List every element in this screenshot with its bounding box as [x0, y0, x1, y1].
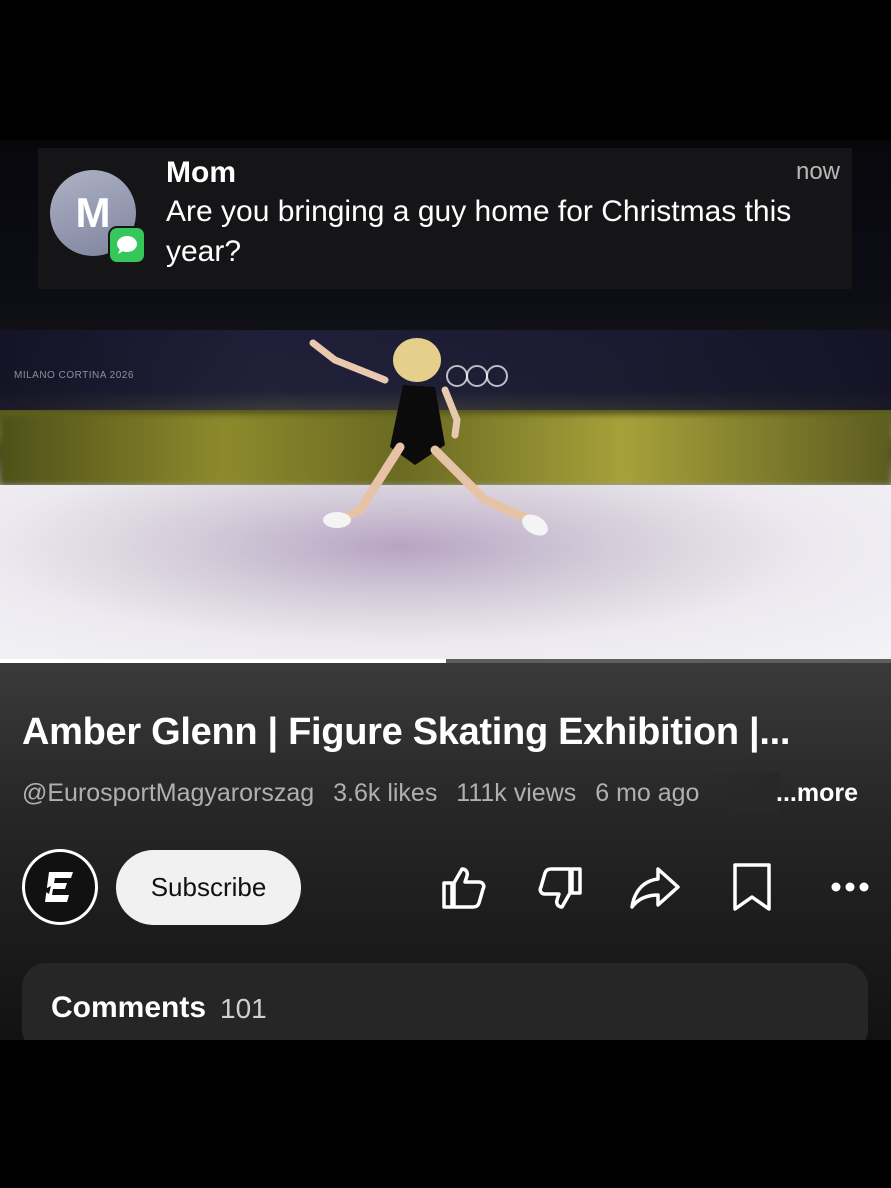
- event-watermark: MILANO CORTINA 2026: [14, 370, 134, 381]
- comments-count: 101: [220, 993, 267, 1024]
- share-icon[interactable]: [626, 859, 682, 915]
- thumbs-down-icon[interactable]: [532, 859, 588, 915]
- video-title[interactable]: Amber Glenn | Figure Skating Exhibition …: [22, 711, 872, 754]
- messages-icon: [108, 226, 146, 264]
- channel-avatar[interactable]: [22, 849, 98, 925]
- more-link[interactable]: ...more: [776, 779, 858, 808]
- video-info-panel: Amber Glenn | Figure Skating Exhibition …: [0, 663, 891, 1053]
- bottom-area: [0, 1040, 891, 1188]
- metadata-fade: [700, 773, 780, 813]
- subscribe-button[interactable]: Subscribe: [116, 850, 301, 925]
- comments-label: Comments: [51, 991, 207, 1024]
- video-metadata: @EurosportMagyarorszag 3.6k likes 111k v…: [22, 779, 711, 808]
- eurosport-logo-icon: [25, 852, 95, 922]
- more-icon[interactable]: [822, 859, 878, 915]
- views-count: 111k views: [456, 779, 577, 807]
- thumbs-up-icon[interactable]: [436, 859, 492, 915]
- channel-handle[interactable]: @EurosportMagyarorszag: [22, 779, 314, 807]
- likes-count: 3.6k likes: [333, 779, 438, 807]
- notification-time: now: [795, 158, 840, 185]
- message-notification[interactable]: M Mom now Are you bringing a guy home fo…: [38, 148, 852, 289]
- upload-age: 6 mo ago: [595, 779, 700, 807]
- notification-message: Are you bringing a guy home for Christma…: [166, 195, 792, 268]
- notification-sender: Mom: [166, 156, 236, 189]
- avatar-letter: M: [75, 189, 111, 236]
- save-icon[interactable]: [724, 859, 780, 915]
- skater-figure: [309, 338, 548, 536]
